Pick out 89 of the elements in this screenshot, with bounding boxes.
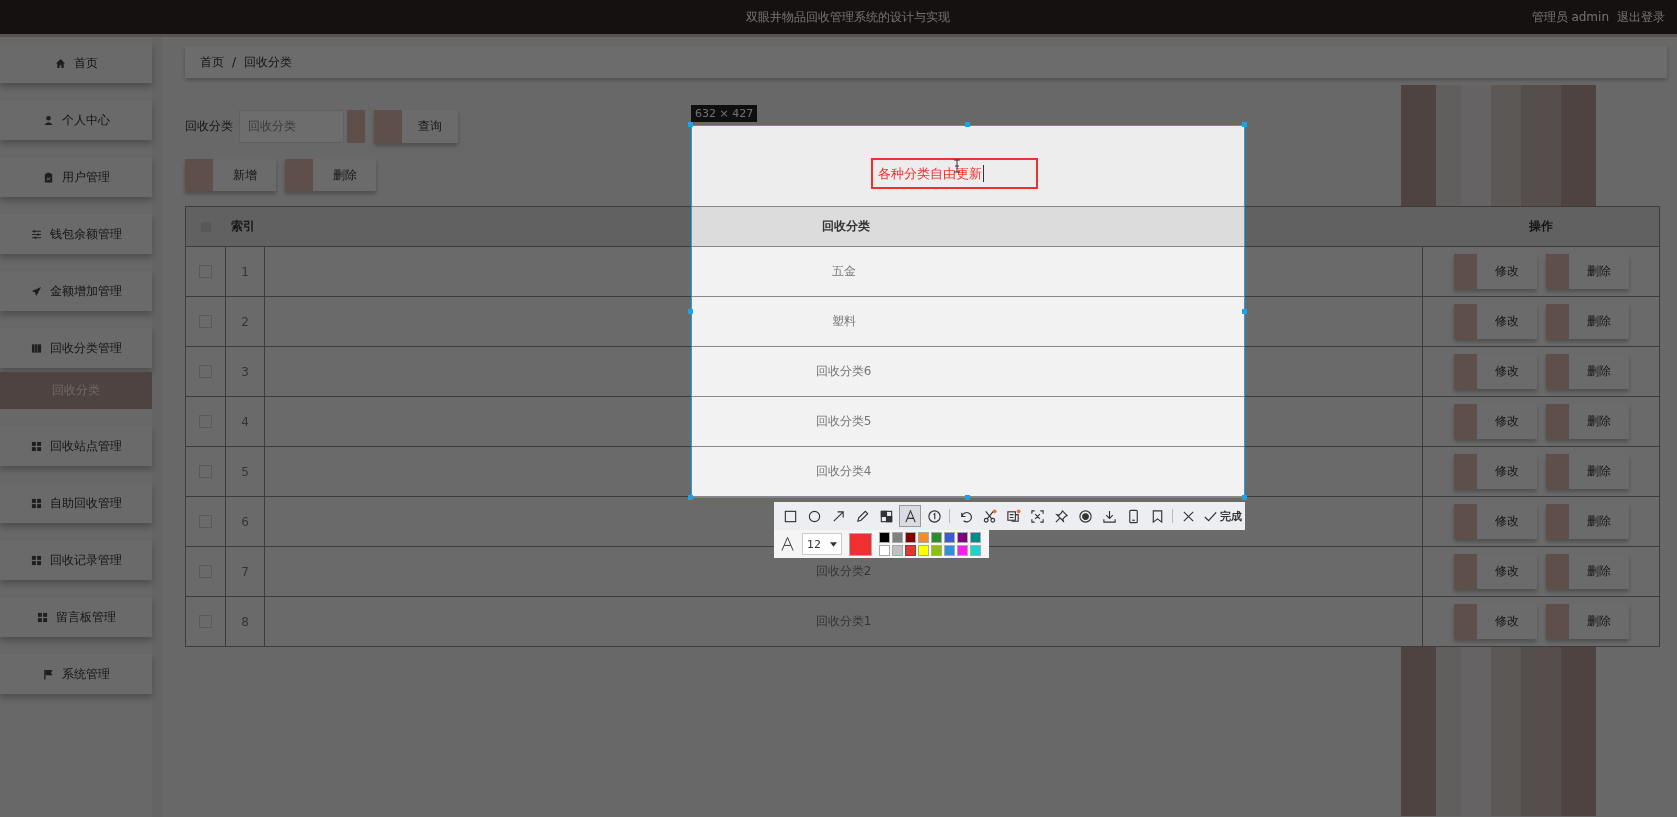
color-swatch[interactable] [918,545,929,556]
color-swatch[interactable] [918,532,929,543]
color-swatch[interactable] [957,532,968,543]
color-swatch[interactable] [892,545,903,556]
color-swatch[interactable] [970,532,981,543]
table-cell: 五金 [831,263,856,280]
field-decoration [347,109,365,143]
row-button[interactable]: 修改 [1453,454,1537,489]
table-cell: 塑料 [831,313,856,330]
column-header: 回收分类 [821,218,871,235]
grid-icon [30,554,42,566]
resize-handle[interactable] [1242,122,1247,127]
font-icon [780,536,795,552]
color-swatch[interactable] [892,532,903,543]
home-icon [54,57,66,69]
color-swatch[interactable] [957,545,968,556]
caret-icon [830,541,837,547]
row-button[interactable]: 删除 [1545,354,1629,389]
done-button[interactable]: 完成 [1201,508,1244,524]
sidebar-item[interactable]: 个人中心 [0,100,152,140]
sidebar-item[interactable]: 金额增加管理 [0,271,152,311]
book-icon [30,342,42,354]
row-button[interactable]: 修改 [1453,354,1537,389]
row-button[interactable]: 删除 [1545,604,1629,639]
logout-link[interactable]: 退出登录 [1617,8,1665,26]
sidebar-item[interactable]: 首页 [0,43,152,83]
clipboard-icon [42,171,54,183]
app-title: 双眼井物品回收管理系统的设计与实现 [745,8,950,26]
user-name: 管理员 admin [1531,8,1609,26]
resize-handle[interactable] [1242,308,1247,314]
column-header: 操作 [1528,218,1554,235]
action-button[interactable]: 删除 [285,159,376,191]
sidebar-item[interactable]: 回收记录管理 [0,540,152,580]
size-label: 632 × 427 [691,105,758,122]
breadcrumb-link[interactable]: 回收分类 [244,53,293,71]
sidebar-item[interactable]: 留言板管理 [0,597,152,637]
sliders-icon [30,228,42,240]
search-label: 回收分类 [185,117,233,135]
table-cell: 回收分类4 [815,463,872,480]
resize-handle[interactable] [965,495,970,500]
color-swatch[interactable] [944,545,955,556]
resize-handle[interactable] [688,308,693,314]
row-button[interactable]: 修改 [1453,554,1537,589]
table-cell: 回收分类6 [815,363,872,380]
row-button[interactable]: 修改 [1453,304,1537,339]
color-swatch[interactable] [905,532,916,543]
breadcrumb-separator: / [232,55,237,69]
color-swatch[interactable] [879,532,890,543]
column-header: 索引 [230,218,256,235]
row-button[interactable]: 修改 [1453,404,1537,439]
current-color-swatch[interactable] [849,532,872,556]
font-size-dropdown[interactable]: 12 [802,533,842,555]
row-button[interactable]: 删除 [1545,404,1629,439]
paper-plane-icon [30,285,42,297]
row-button[interactable]: 删除 [1545,304,1629,339]
color-swatch[interactable] [931,545,942,556]
row-button[interactable]: 修改 [1453,254,1537,289]
sidebar-item[interactable]: 用户管理 [0,157,152,197]
search-button[interactable]: 查询 [374,109,458,143]
sidebar-item[interactable]: 钱包余额管理 [0,214,152,254]
row-button[interactable]: 删除 [1545,454,1629,489]
resize-handle[interactable] [688,122,693,127]
row-button[interactable]: 修改 [1453,604,1537,639]
grid-icon [30,497,42,509]
user-icon [42,114,54,126]
sidebar-item[interactable]: 系统管理 [0,654,152,694]
text-annotation[interactable]: 各种分类自由更新 [871,158,1038,189]
grid-icon [36,611,48,623]
row-button[interactable]: 删除 [1545,254,1629,289]
text-tool-icon[interactable] [899,505,921,527]
sidebar-item[interactable]: 回收站点管理 [0,426,152,466]
sidebar-item[interactable]: 回收分类管理 [0,328,152,368]
color-swatch[interactable] [879,545,890,556]
color-swatch[interactable] [944,532,955,543]
color-swatch[interactable] [931,532,942,543]
grid-icon [30,440,42,452]
resize-handle[interactable] [965,122,970,127]
row-button[interactable]: 修改 [1453,504,1537,539]
table-cell: 回收分类5 [815,413,872,430]
color-swatch[interactable] [905,545,916,556]
resize-handle[interactable] [1242,495,1247,500]
resize-handle[interactable] [688,495,693,500]
row-button[interactable]: 删除 [1545,554,1629,589]
row-button[interactable]: 删除 [1545,504,1629,539]
color-swatch[interactable] [970,545,981,556]
breadcrumb-link[interactable]: 首页 [200,53,224,71]
action-button[interactable]: 新增 [185,159,276,191]
sidebar-item[interactable]: 自助回收管理 [0,483,152,523]
flag-icon [42,668,54,680]
